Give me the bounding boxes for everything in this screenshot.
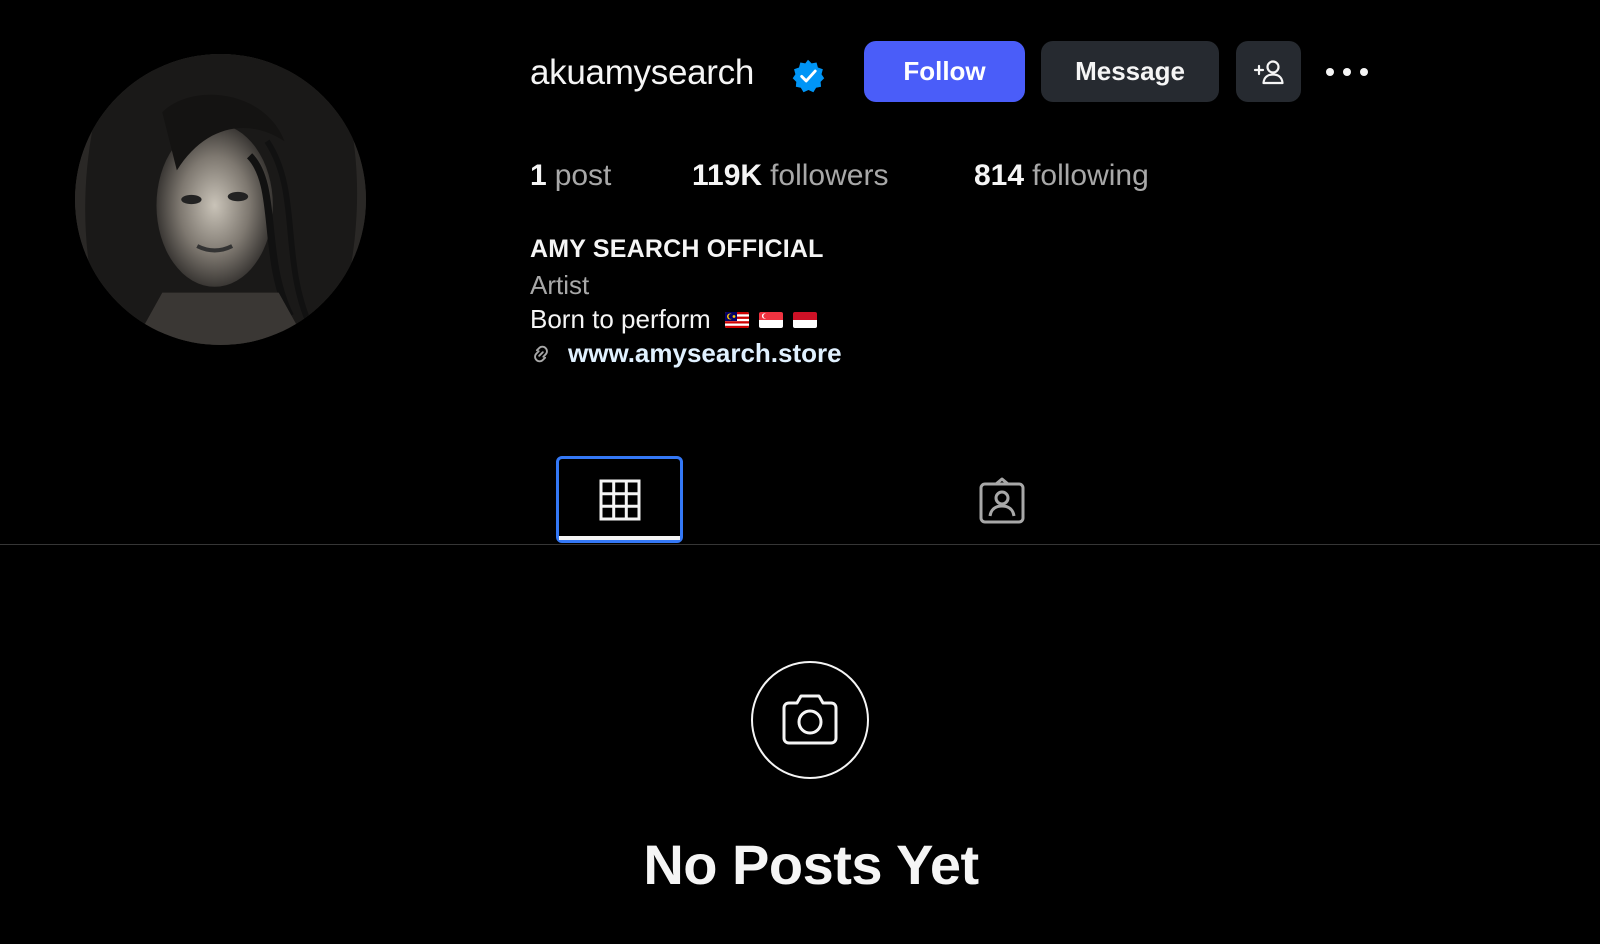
empty-state-title: No Posts Yet	[643, 833, 979, 896]
followers-count: 119K	[692, 159, 763, 192]
profile-page: akuamysearch Follow Message 1 post 119K fo…	[0, 0, 1600, 944]
tabs-divider	[0, 544, 1600, 545]
stat-posts: 1 post	[530, 156, 611, 196]
profile-link-row[interactable]: www.amysearch.store	[530, 338, 842, 369]
following-label: following	[1032, 159, 1149, 192]
indonesia-flag-icon	[792, 311, 817, 328]
follow-button[interactable]: Follow	[864, 41, 1025, 102]
singapore-flag-icon	[758, 311, 783, 328]
active-tab-indicator	[559, 536, 680, 540]
suggest-users-button[interactable]	[1236, 41, 1301, 102]
stat-followers[interactable]: 119K followers	[692, 156, 888, 196]
profile-username: akuamysearch	[530, 53, 755, 92]
stat-following[interactable]: 814 following	[974, 156, 1149, 196]
message-button[interactable]: Message	[1041, 41, 1219, 102]
profile-category: Artist	[530, 270, 590, 300]
camera-icon	[782, 694, 838, 745]
posts-label: post	[554, 159, 612, 192]
posts-count: 1	[530, 159, 547, 192]
profile-full-name: AMY SEARCH OFFICIAL	[530, 235, 824, 263]
link-icon	[534, 345, 548, 362]
profile-bio: Born to perform	[530, 304, 817, 335]
bio-text: Born to perform	[530, 304, 711, 334]
bio-flags	[724, 311, 817, 328]
verified-badge-icon	[792, 59, 825, 93]
following-count: 814	[974, 159, 1025, 192]
add-person-icon	[1253, 59, 1284, 84]
followers-label: followers	[770, 159, 889, 192]
empty-state-camera	[751, 661, 869, 779]
malaysia-flag-icon	[724, 311, 749, 328]
profile-avatar[interactable]	[75, 54, 366, 345]
tab-tagged-icon[interactable]	[977, 476, 1027, 526]
profile-link[interactable]: www.amysearch.store	[568, 338, 842, 369]
grid-icon	[599, 479, 640, 520]
ellipsis-icon	[1326, 68, 1368, 76]
tab-posts[interactable]	[556, 456, 683, 543]
more-options-button[interactable]	[1322, 52, 1372, 92]
